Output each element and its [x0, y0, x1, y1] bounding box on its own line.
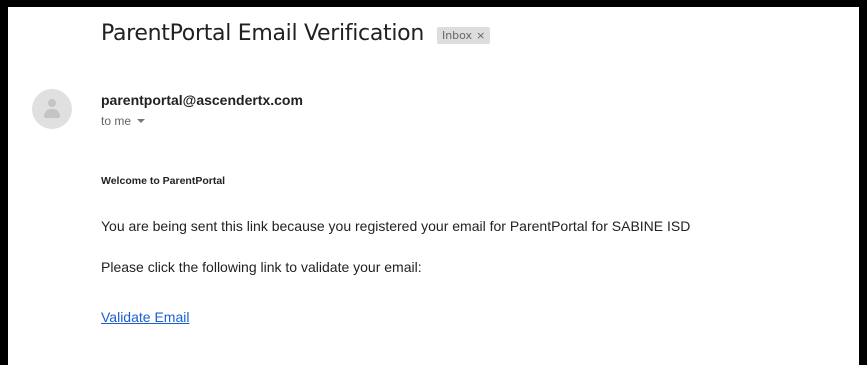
recipient-text: to me: [101, 114, 132, 128]
sender-avatar[interactable]: [32, 89, 72, 129]
remove-label-icon[interactable]: ×: [476, 29, 485, 42]
subject-row: ParentPortal Email Verification Inbox ×: [101, 21, 491, 46]
sender-address[interactable]: parentportal@ascendertx.com: [101, 92, 303, 108]
inbox-label-chip[interactable]: Inbox ×: [436, 26, 491, 44]
avatar-body-shape: [44, 109, 60, 118]
recipient-details[interactable]: to me: [101, 114, 146, 128]
validate-email-link[interactable]: Validate Email: [101, 309, 189, 325]
avatar-head-shape: [48, 99, 56, 107]
instruction-text: Please click the following link to valid…: [101, 259, 422, 275]
email-view: ParentPortal Email Verification Inbox × …: [8, 7, 859, 365]
welcome-heading: Welcome to ParentPortal: [101, 175, 226, 187]
email-subject: ParentPortal Email Verification: [101, 21, 424, 46]
inbox-label-text: Inbox: [441, 28, 473, 42]
caret-down-icon[interactable]: [137, 119, 146, 123]
registration-text: You are being sent this link because you…: [101, 218, 691, 234]
